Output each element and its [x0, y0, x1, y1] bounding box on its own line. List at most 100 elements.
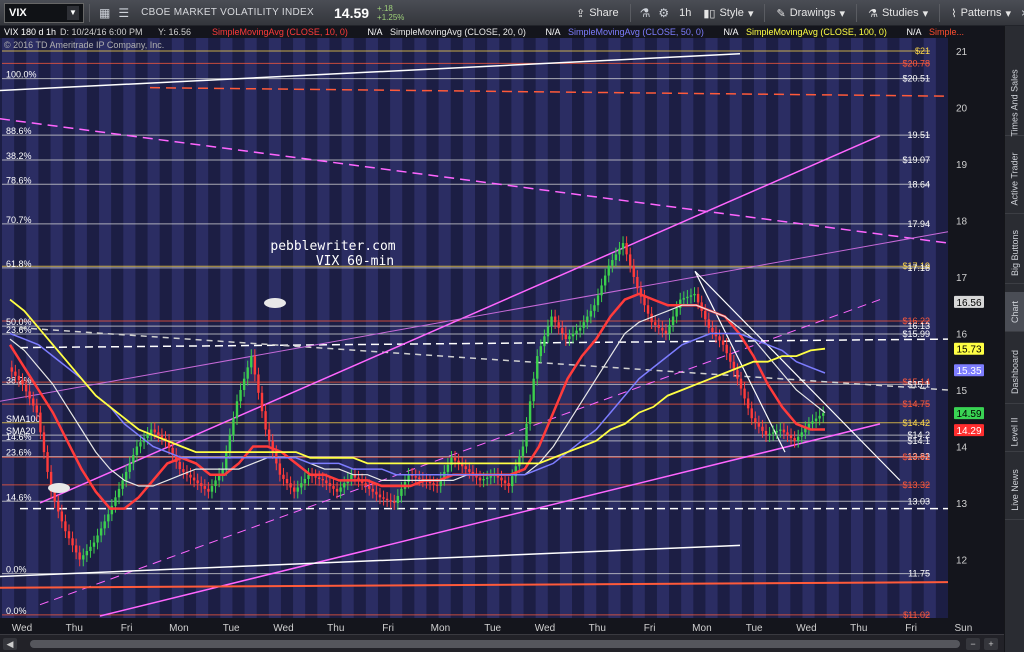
study-legend-item: Simple... [929, 27, 964, 37]
side-tab-live-news[interactable]: Live News [1005, 460, 1024, 520]
candle-body [124, 471, 128, 481]
scroll-left-icon[interactable]: ◀ [3, 638, 17, 650]
session-band [147, 26, 160, 618]
candle-body [57, 501, 60, 512]
close-icon[interactable]: × [1017, 6, 1024, 20]
interval-button[interactable]: 1h [673, 7, 697, 19]
x-tick-label: Mon [431, 623, 450, 634]
session-band [875, 26, 888, 618]
candle-body [292, 487, 296, 492]
session-band [559, 26, 573, 618]
session-band [414, 26, 427, 618]
price-badge-label: 15.73 [956, 345, 981, 356]
candle-body [578, 327, 582, 331]
candle-body [296, 487, 299, 492]
scroll-thumb[interactable] [30, 640, 960, 648]
side-tab-chart[interactable]: Chart [1005, 292, 1024, 332]
candle-body [282, 474, 285, 479]
side-tab-active-trader[interactable]: Active Trader [1005, 144, 1024, 214]
x-tick-label: Fri [382, 623, 394, 634]
candle-body [328, 483, 332, 487]
candle-body [192, 477, 196, 481]
candle-body [178, 462, 181, 470]
candle-body [378, 494, 382, 498]
price-chart[interactable]: 12 13 14 15 16 17 18 19 20 21 $21 $20.78 $20.51 19.51… [0, 26, 1004, 634]
candle-body [17, 375, 21, 381]
symbol-input[interactable]: VIX ▼ [4, 2, 84, 23]
candle-body [214, 480, 217, 487]
candle-body [532, 378, 535, 402]
candle-body [332, 486, 335, 489]
flask-icon: ⚗ [868, 7, 878, 20]
candle-body [432, 483, 435, 485]
chevron-down-icon[interactable]: ▼ [67, 5, 79, 20]
candle-body [21, 380, 24, 385]
candle-body [664, 330, 668, 334]
side-tab-times-and-sales[interactable]: Times And Sales [1005, 69, 1024, 136]
y-tick-label: 16 [956, 329, 968, 340]
flask-icon[interactable]: ⚗ [636, 6, 655, 20]
menu-icon[interactable]: ☰ [114, 6, 133, 20]
candle-body [228, 435, 232, 453]
price-level-label: $14.42 [902, 418, 930, 428]
candle-body [600, 285, 603, 296]
candle-body [235, 401, 239, 419]
candle-body [503, 480, 507, 484]
side-tab-level-ii[interactable]: Level II [1005, 412, 1024, 452]
zoom-in-icon[interactable]: + [984, 638, 998, 650]
candle-body [721, 340, 725, 345]
candle-body [132, 454, 135, 464]
side-tab-big-buttons[interactable]: Big Buttons [1005, 222, 1024, 284]
candle-body [686, 296, 689, 299]
candle-body [625, 243, 628, 255]
zoom-out-icon[interactable]: − [966, 638, 980, 650]
price-level-label: $19.07 [902, 155, 930, 165]
price-level-label: 17.16 [907, 263, 930, 273]
candle-body [636, 276, 639, 289]
chevron-down-icon: ▾ [839, 7, 846, 20]
candle-body [267, 429, 271, 441]
x-tick-label: Tue [223, 623, 240, 634]
drawings-button[interactable]: ✎ Drawings ▾ [770, 7, 851, 20]
candle-body [82, 555, 85, 560]
y-tick-label: 19 [956, 160, 968, 171]
side-tab-dashboard[interactable]: Dashboard [1005, 340, 1024, 404]
patterns-button[interactable]: ⌇ Patterns ▾ [945, 7, 1017, 20]
candle-body [114, 497, 117, 506]
chevron-down-icon: ▾ [922, 7, 929, 20]
candle-body [385, 498, 389, 501]
candle-body [793, 438, 796, 441]
grid-icon[interactable]: ▦ [95, 6, 114, 20]
price-level-label: $15.99 [902, 329, 930, 339]
candle-body [553, 316, 557, 323]
x-tick-label: Fri [644, 623, 656, 634]
last-price: 14.59 [334, 4, 370, 21]
candle-body [149, 429, 153, 434]
candle-body [761, 426, 764, 431]
candle-body [507, 483, 510, 487]
gear-icon[interactable]: ⚙ [654, 6, 673, 20]
candle-body [107, 514, 110, 522]
share-button[interactable]: ⇪ Share [570, 7, 625, 20]
fib-level-label: 38.2% [6, 151, 32, 161]
candle-body [682, 298, 686, 300]
candle-body [689, 295, 693, 297]
candle-body [696, 293, 700, 303]
study-legend-value: N/A [724, 27, 739, 37]
share-label: Share [589, 7, 619, 19]
pencil-icon: ✎ [776, 7, 786, 20]
candle-body [182, 469, 185, 472]
candle-body [200, 483, 203, 487]
fib-level-label: 14.6% [6, 492, 32, 502]
y-tick-label: 14 [956, 442, 968, 453]
price-level-label: $20.78 [902, 58, 930, 68]
style-button[interactable]: ▮▯ Style ▾ [697, 7, 759, 20]
candle-body [453, 457, 457, 461]
candle-body [189, 474, 192, 478]
studies-button[interactable]: ⚗ Studies ▾ [862, 7, 934, 20]
fib-level-label: SMA100 [6, 414, 41, 424]
candle-body [74, 545, 78, 553]
interval-label: 1h [679, 7, 692, 19]
session-band [74, 26, 87, 618]
chart-scrollbar[interactable]: ◀ − + [0, 634, 1004, 652]
